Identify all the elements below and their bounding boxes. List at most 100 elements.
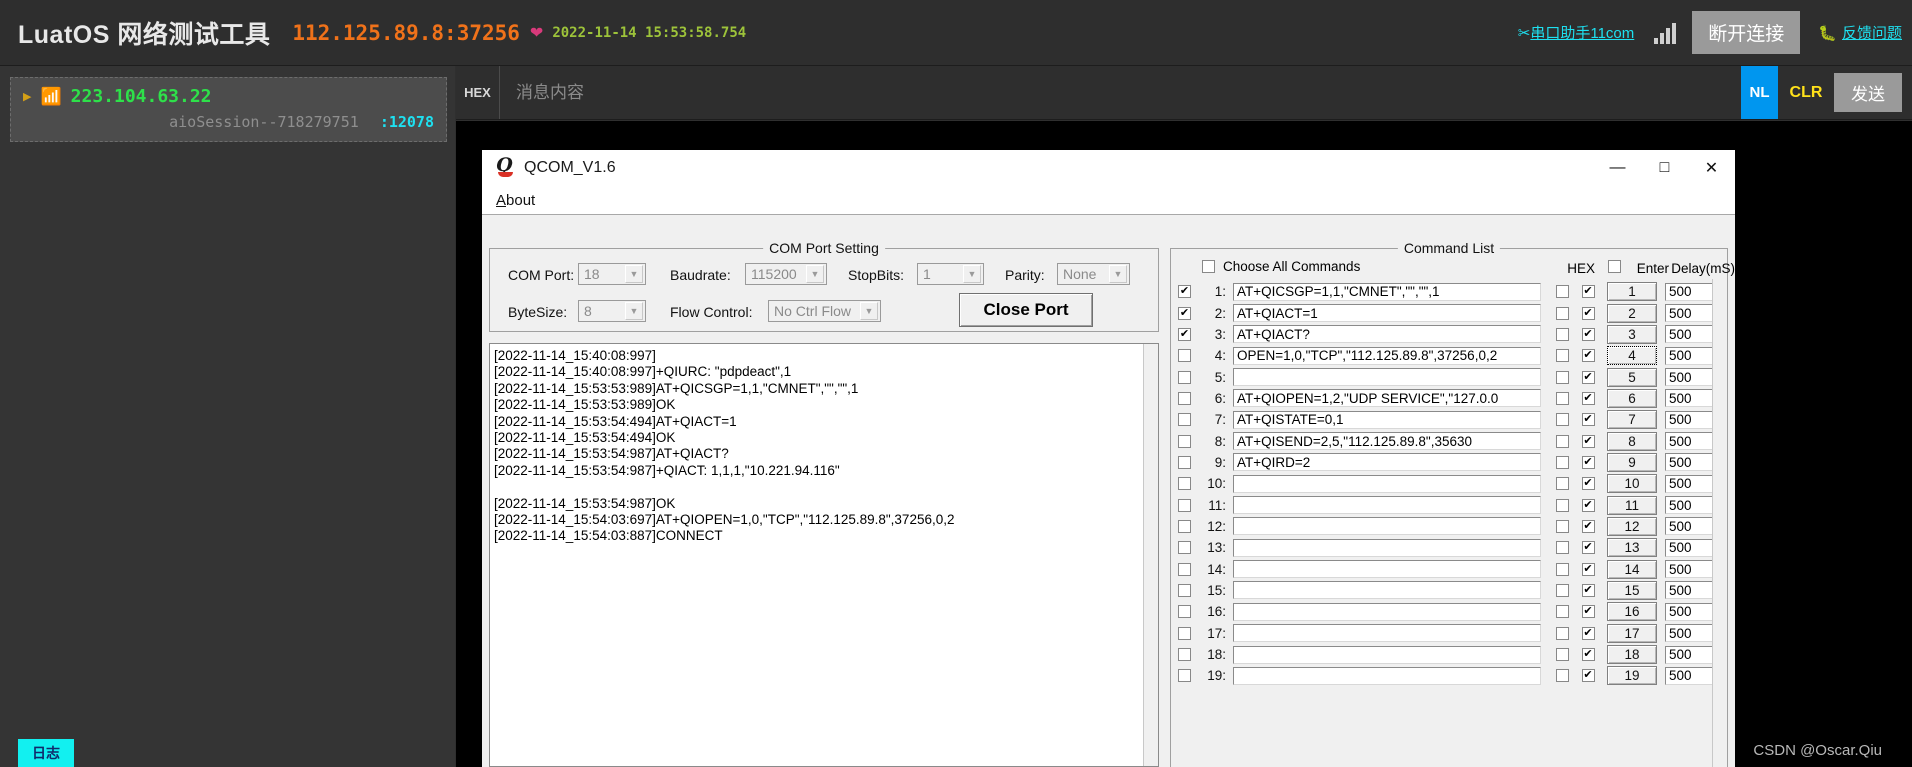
maximize-icon[interactable]: □ bbox=[1641, 150, 1688, 186]
command-delay-input[interactable]: 500 bbox=[1665, 496, 1719, 515]
command-input[interactable] bbox=[1233, 560, 1541, 579]
command-enter-checkbox[interactable] bbox=[1581, 477, 1595, 491]
command-send-button[interactable]: 19 bbox=[1607, 666, 1657, 686]
command-input[interactable]: AT+QISTATE=0,1 bbox=[1233, 410, 1541, 429]
command-enable-checkbox[interactable] bbox=[1178, 306, 1191, 320]
command-input[interactable] bbox=[1233, 645, 1541, 664]
command-hex-checkbox[interactable] bbox=[1555, 477, 1569, 491]
command-hex-checkbox[interactable] bbox=[1555, 519, 1569, 533]
command-hex-checkbox[interactable] bbox=[1555, 562, 1569, 576]
command-input[interactable]: AT+QIOPEN=1,2,"UDP SERVICE","127.0.0 bbox=[1233, 389, 1541, 408]
command-enable-checkbox[interactable] bbox=[1178, 477, 1191, 491]
command-send-button[interactable]: 4 bbox=[1607, 346, 1657, 366]
command-enable-checkbox[interactable] bbox=[1178, 669, 1191, 683]
log-scrollbar[interactable] bbox=[1143, 344, 1158, 766]
command-send-button[interactable]: 15 bbox=[1607, 580, 1657, 600]
command-delay-input[interactable]: 500 bbox=[1665, 645, 1719, 664]
command-enter-checkbox[interactable] bbox=[1581, 370, 1595, 384]
command-enter-checkbox[interactable] bbox=[1581, 349, 1595, 363]
chevron-down-icon[interactable]: ▼ bbox=[625, 302, 643, 320]
command-send-button[interactable]: 18 bbox=[1607, 645, 1657, 665]
newline-toggle[interactable]: NL bbox=[1741, 66, 1778, 119]
command-send-button[interactable]: 2 bbox=[1607, 303, 1657, 323]
close-port-button[interactable]: Close Port bbox=[959, 293, 1093, 327]
com-port-select[interactable]: 18 ▼ bbox=[578, 263, 646, 285]
chevron-down-icon[interactable]: ▼ bbox=[625, 265, 643, 283]
menu-item-about[interactable]: About bbox=[496, 192, 535, 209]
command-list-scrollbar[interactable] bbox=[1712, 279, 1726, 767]
command-delay-input[interactable]: 500 bbox=[1665, 453, 1719, 472]
command-send-button[interactable]: 1 bbox=[1607, 282, 1657, 302]
command-send-button[interactable]: 17 bbox=[1607, 623, 1657, 643]
command-enable-checkbox[interactable] bbox=[1178, 455, 1191, 469]
session-card[interactable]: ▶ 📶 223.104.63.22 aioSession--718279751 … bbox=[10, 77, 447, 142]
command-send-button[interactable]: 5 bbox=[1607, 367, 1657, 387]
command-enter-checkbox[interactable] bbox=[1581, 519, 1595, 533]
command-enable-checkbox[interactable] bbox=[1178, 541, 1191, 555]
command-input[interactable]: AT+QISEND=2,5,"112.125.89.8",35630 bbox=[1233, 432, 1541, 451]
command-hex-checkbox[interactable] bbox=[1555, 349, 1569, 363]
command-hex-checkbox[interactable] bbox=[1555, 306, 1569, 320]
command-enter-checkbox[interactable] bbox=[1581, 498, 1595, 512]
command-enable-checkbox[interactable] bbox=[1178, 583, 1191, 597]
serial-log-output[interactable]: [2022-11-14_15:40:08:997] [2022-11-14_15… bbox=[489, 343, 1159, 767]
command-hex-checkbox[interactable] bbox=[1555, 583, 1569, 597]
bytesize-select[interactable]: 8 ▼ bbox=[578, 300, 646, 322]
serial-assistant-link[interactable]: 串口助手11com bbox=[1530, 22, 1634, 43]
command-delay-input[interactable]: 500 bbox=[1665, 325, 1719, 344]
command-delay-input[interactable]: 500 bbox=[1665, 389, 1719, 408]
command-enter-checkbox[interactable] bbox=[1581, 605, 1595, 619]
command-delay-input[interactable]: 500 bbox=[1665, 282, 1719, 301]
send-button[interactable]: 发送 bbox=[1834, 73, 1902, 112]
command-input[interactable]: AT+QIACT? bbox=[1233, 325, 1541, 344]
command-enable-checkbox[interactable] bbox=[1178, 562, 1191, 576]
command-delay-input[interactable]: 500 bbox=[1665, 517, 1719, 536]
command-input[interactable] bbox=[1233, 368, 1541, 387]
command-enable-checkbox[interactable] bbox=[1178, 434, 1191, 448]
command-send-button[interactable]: 12 bbox=[1607, 516, 1657, 536]
command-enter-checkbox[interactable] bbox=[1581, 669, 1595, 683]
command-enable-checkbox[interactable] bbox=[1178, 327, 1191, 341]
command-delay-input[interactable]: 500 bbox=[1665, 304, 1719, 323]
command-hex-checkbox[interactable] bbox=[1555, 391, 1569, 405]
command-enter-checkbox[interactable] bbox=[1581, 648, 1595, 662]
command-send-button[interactable]: 16 bbox=[1607, 602, 1657, 622]
command-send-button[interactable]: 9 bbox=[1607, 452, 1657, 472]
command-enter-checkbox[interactable] bbox=[1581, 583, 1595, 597]
command-enable-checkbox[interactable] bbox=[1178, 285, 1191, 299]
command-enter-checkbox[interactable] bbox=[1581, 327, 1595, 341]
command-send-button[interactable]: 8 bbox=[1607, 431, 1657, 451]
command-send-button[interactable]: 14 bbox=[1607, 559, 1657, 579]
chevron-down-icon[interactable]: ▼ bbox=[860, 302, 878, 320]
command-hex-checkbox[interactable] bbox=[1555, 370, 1569, 384]
command-delay-input[interactable]: 500 bbox=[1665, 624, 1719, 643]
command-hex-checkbox[interactable] bbox=[1555, 541, 1569, 555]
command-hex-checkbox[interactable] bbox=[1555, 413, 1569, 427]
command-delay-input[interactable]: 500 bbox=[1665, 602, 1719, 621]
command-delay-input[interactable]: 500 bbox=[1665, 432, 1719, 451]
disconnect-button[interactable]: 断开连接 bbox=[1692, 11, 1801, 54]
chevron-down-icon[interactable]: ▼ bbox=[1109, 265, 1127, 283]
feedback-link[interactable]: 反馈问题 bbox=[1842, 22, 1902, 43]
command-hex-checkbox[interactable] bbox=[1555, 626, 1569, 640]
parity-select[interactable]: None ▼ bbox=[1057, 263, 1130, 285]
command-enable-checkbox[interactable] bbox=[1178, 605, 1191, 619]
command-enable-checkbox[interactable] bbox=[1178, 391, 1191, 405]
command-input[interactable]: AT+QIRD=2 bbox=[1233, 453, 1541, 472]
command-delay-input[interactable]: 500 bbox=[1665, 581, 1719, 600]
command-input[interactable]: AT+QIACT=1 bbox=[1233, 304, 1541, 323]
command-hex-checkbox[interactable] bbox=[1555, 669, 1569, 683]
command-delay-input[interactable]: 500 bbox=[1665, 666, 1719, 685]
command-input[interactable] bbox=[1233, 581, 1541, 600]
command-hex-checkbox[interactable] bbox=[1555, 434, 1569, 448]
stopbits-select[interactable]: 1 ▼ bbox=[917, 263, 984, 285]
command-input[interactable] bbox=[1233, 538, 1541, 557]
command-input[interactable] bbox=[1233, 666, 1541, 685]
hex-toggle[interactable]: HEX bbox=[456, 66, 500, 119]
command-input[interactable] bbox=[1233, 496, 1541, 515]
qcom-titlebar[interactable]: QCOM_V1.6 — □ ✕ bbox=[482, 150, 1735, 186]
command-enable-checkbox[interactable] bbox=[1178, 370, 1191, 384]
flow-control-select[interactable]: No Ctrl Flow ▼ bbox=[768, 300, 881, 322]
command-send-button[interactable]: 3 bbox=[1607, 324, 1657, 344]
command-enable-checkbox[interactable] bbox=[1178, 626, 1191, 640]
